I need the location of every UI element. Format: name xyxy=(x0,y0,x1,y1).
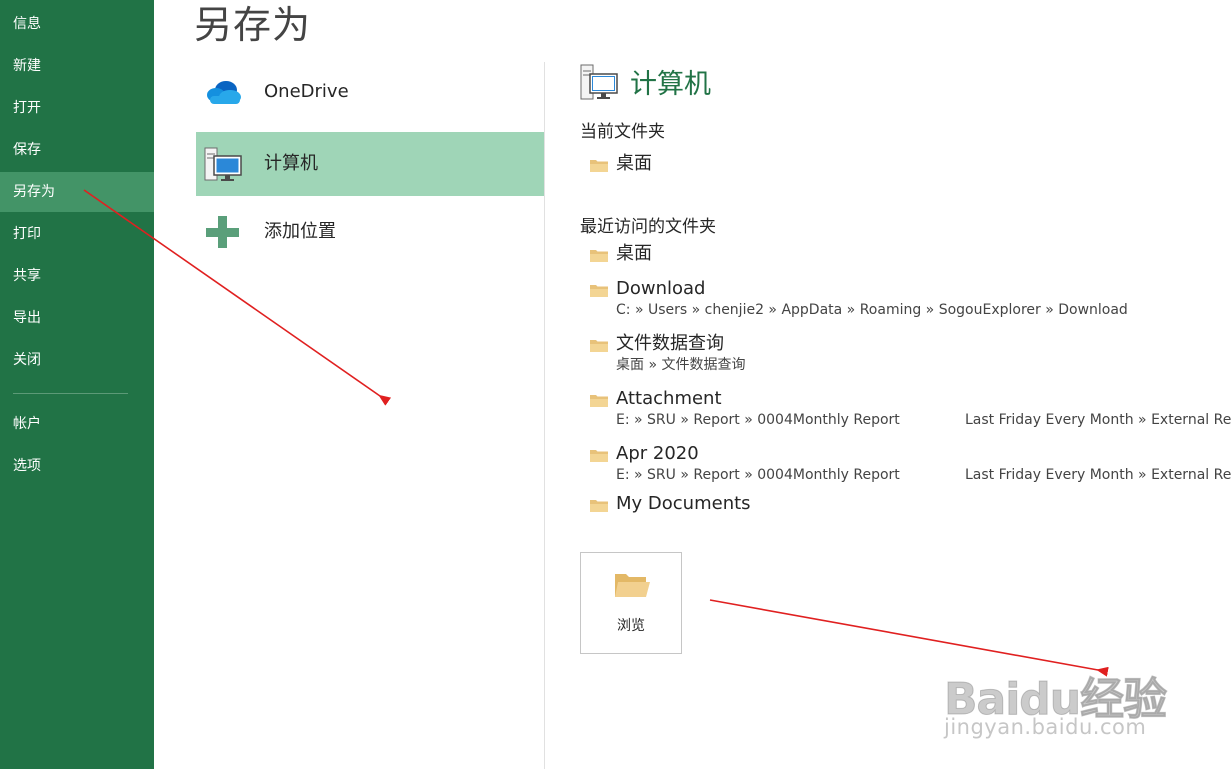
folder-icon xyxy=(590,250,608,262)
plus-icon xyxy=(206,216,239,248)
folder-name: Apr 2020 xyxy=(616,443,699,464)
nav-item-open[interactable]: 打开 xyxy=(0,88,154,128)
location-onedrive[interactable]: OneDrive xyxy=(196,60,544,124)
folder-icon xyxy=(590,395,608,407)
computer-icon xyxy=(580,64,618,100)
nav-divider xyxy=(13,393,128,394)
save-as-window: 信息 新建 打开 保存 另存为 打印 共享 导出 关闭 帐户 选项 另存为 On… xyxy=(0,0,1231,769)
folder-icon xyxy=(590,500,608,512)
page-title: 另存为 xyxy=(194,3,312,47)
nav-item-info[interactable]: 信息 xyxy=(0,4,154,44)
folder-name: 桌面 xyxy=(616,243,652,264)
nav-item-print[interactable]: 打印 xyxy=(0,214,154,254)
folder-name: My Documents xyxy=(616,493,751,514)
recent-folders-heading: 最近访问的文件夹 xyxy=(580,217,716,237)
current-folder-heading: 当前文件夹 xyxy=(580,122,665,142)
folder-name: 文件数据查询 xyxy=(616,333,724,354)
backstage-nav: 信息 新建 打开 保存 另存为 打印 共享 导出 关闭 帐户 选项 xyxy=(0,0,154,769)
watermark-url: jingyan.baidu.com xyxy=(944,715,1147,739)
folder-name: Attachment xyxy=(616,388,722,409)
folder-icon xyxy=(590,160,608,172)
location-label: OneDrive xyxy=(264,81,349,102)
nav-item-account[interactable]: 帐户 xyxy=(0,404,154,444)
browse-label: 浏览 xyxy=(617,618,645,634)
nav-item-close[interactable]: 关闭 xyxy=(0,340,154,380)
folder-name: 桌面 xyxy=(616,153,652,174)
nav-item-save[interactable]: 保存 xyxy=(0,130,154,170)
location-computer[interactable]: 计算机 xyxy=(196,132,544,196)
folder-icon xyxy=(590,285,608,297)
folder-icon xyxy=(590,450,608,462)
folder-path-continued: Last Friday Every Month » External Re xyxy=(965,412,1231,428)
folder-path: E: » SRU » Report » 0004Monthly Report xyxy=(616,467,900,483)
baidu-watermark: Baidu经验 jingyan.baidu.com xyxy=(943,655,1174,750)
computer-icon xyxy=(204,147,242,181)
folder-path: C: » Users » chenjie2 » AppData » Roamin… xyxy=(616,302,1128,318)
location-label: 计算机 xyxy=(264,153,318,174)
nav-item-new[interactable]: 新建 xyxy=(0,46,154,86)
onedrive-cloud-icon xyxy=(207,81,241,104)
section-heading-computer: 计算机 xyxy=(630,69,711,100)
column-divider xyxy=(544,62,545,769)
open-folder-icon xyxy=(615,574,650,597)
folder-icon xyxy=(590,340,608,352)
browse-button[interactable]: 浏览 xyxy=(580,552,682,654)
location-add-place[interactable]: 添加位置 xyxy=(196,200,544,264)
folder-name: Download xyxy=(616,278,706,299)
nav-item-save-as[interactable]: 另存为 xyxy=(0,172,154,212)
location-label: 添加位置 xyxy=(264,221,336,242)
folder-path-continued: Last Friday Every Month » External Re xyxy=(965,467,1231,483)
folder-path: 桌面 » 文件数据查询 xyxy=(616,357,746,373)
nav-item-options[interactable]: 选项 xyxy=(0,446,154,486)
nav-item-share[interactable]: 共享 xyxy=(0,256,154,296)
folder-path: E: » SRU » Report » 0004Monthly Report xyxy=(616,412,900,428)
nav-item-export[interactable]: 导出 xyxy=(0,298,154,338)
